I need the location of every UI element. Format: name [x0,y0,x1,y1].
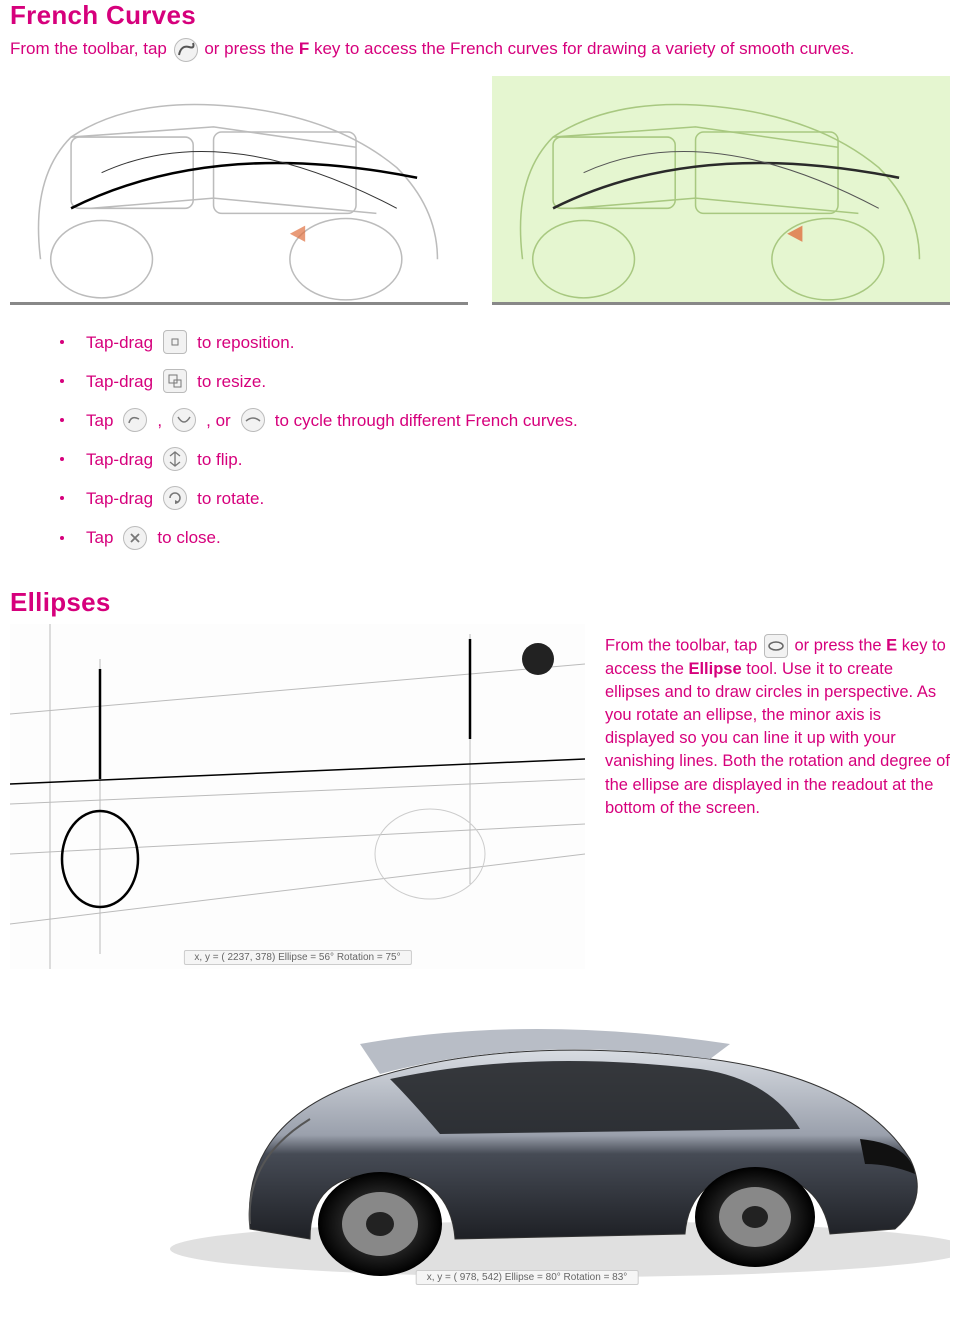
section-heading-french-curves: French Curves [10,0,950,31]
sketch-example-right [492,76,950,305]
bullet-text: to reposition. [197,323,294,362]
ellipse-readout-2: x, y = ( 978, 542) Ellipse = 80° Rotatio… [416,1270,639,1285]
intro-text-post: key to access the French curves for draw… [314,39,854,58]
ellipse-description: From the toolbar, tap or press the E key… [605,624,950,820]
bullet-dot [60,536,64,540]
bullet-text: Tap-drag [86,362,153,401]
bullet-text: to rotate. [197,479,264,518]
resize-icon [163,369,187,393]
bullet-text: to close. [157,518,220,557]
french-curve-examples [10,76,950,305]
ellipse-tool-icon [764,634,788,658]
flip-icon [163,447,187,471]
bullet-text: to cycle through different French curves… [275,401,578,440]
para-text: From the toolbar, tap [605,636,762,654]
bullet-text: Tap [86,518,113,557]
intro-key-f: F [299,39,309,58]
ellipse-example-figure: x, y = ( 2237, 378) Ellipse = 56° Rotati… [10,624,585,969]
ellipse-readout-1: x, y = ( 2237, 378) Ellipse = 56° Rotati… [183,950,411,965]
bullet-text: to flip. [197,440,242,479]
para-tool-name: Ellipse [688,660,741,678]
para-text: or press the [794,636,886,654]
intro-text-mid: or press the [204,39,299,58]
bullet-text: Tap-drag [86,479,153,518]
bullet-cycle: Tap , , or to cycle through different Fr… [60,401,950,440]
bullet-text: Tap [86,401,113,440]
bullet-text: Tap-drag [86,440,153,479]
section-heading-ellipses: Ellipses [10,587,950,618]
bullet-dot [60,496,64,500]
car-render-figure: x, y = ( 978, 542) Ellipse = 80° Rotatio… [10,999,950,1289]
cycle-icon-3 [241,408,265,432]
bullet-text: to resize. [197,362,266,401]
bullet-dot [60,457,64,461]
bullet-reposition: Tap-drag to reposition. [60,323,950,362]
bullet-resize: Tap-drag to resize. [60,362,950,401]
cycle-icon-2 [172,408,196,432]
bullet-rotate: Tap-drag to rotate. [60,479,950,518]
reposition-icon [163,330,187,354]
bullet-dot [60,379,64,383]
para-text: tool. Use it to create ellipses and to d… [605,660,950,817]
cycle-icon-1 [123,408,147,432]
intro-text-pre: From the toolbar, tap [10,39,172,58]
bullet-dot [60,340,64,344]
bullet-dot [60,418,64,422]
bullet-text: , [157,401,162,440]
french-curves-intro: From the toolbar, tap or press the F key… [10,37,950,62]
bullet-flip: Tap-drag to flip. [60,440,950,479]
french-curve-tool-icon [174,38,198,62]
sketch-example-left [10,76,468,305]
bullet-text: Tap-drag [86,323,153,362]
bullet-close: Tap to close. [60,518,950,557]
french-curve-bullets: Tap-drag to reposition. Tap-drag to resi… [60,323,950,558]
bullet-text: , or [206,401,231,440]
close-icon [123,526,147,550]
rotate-icon [163,486,187,510]
para-key-e: E [886,636,897,654]
